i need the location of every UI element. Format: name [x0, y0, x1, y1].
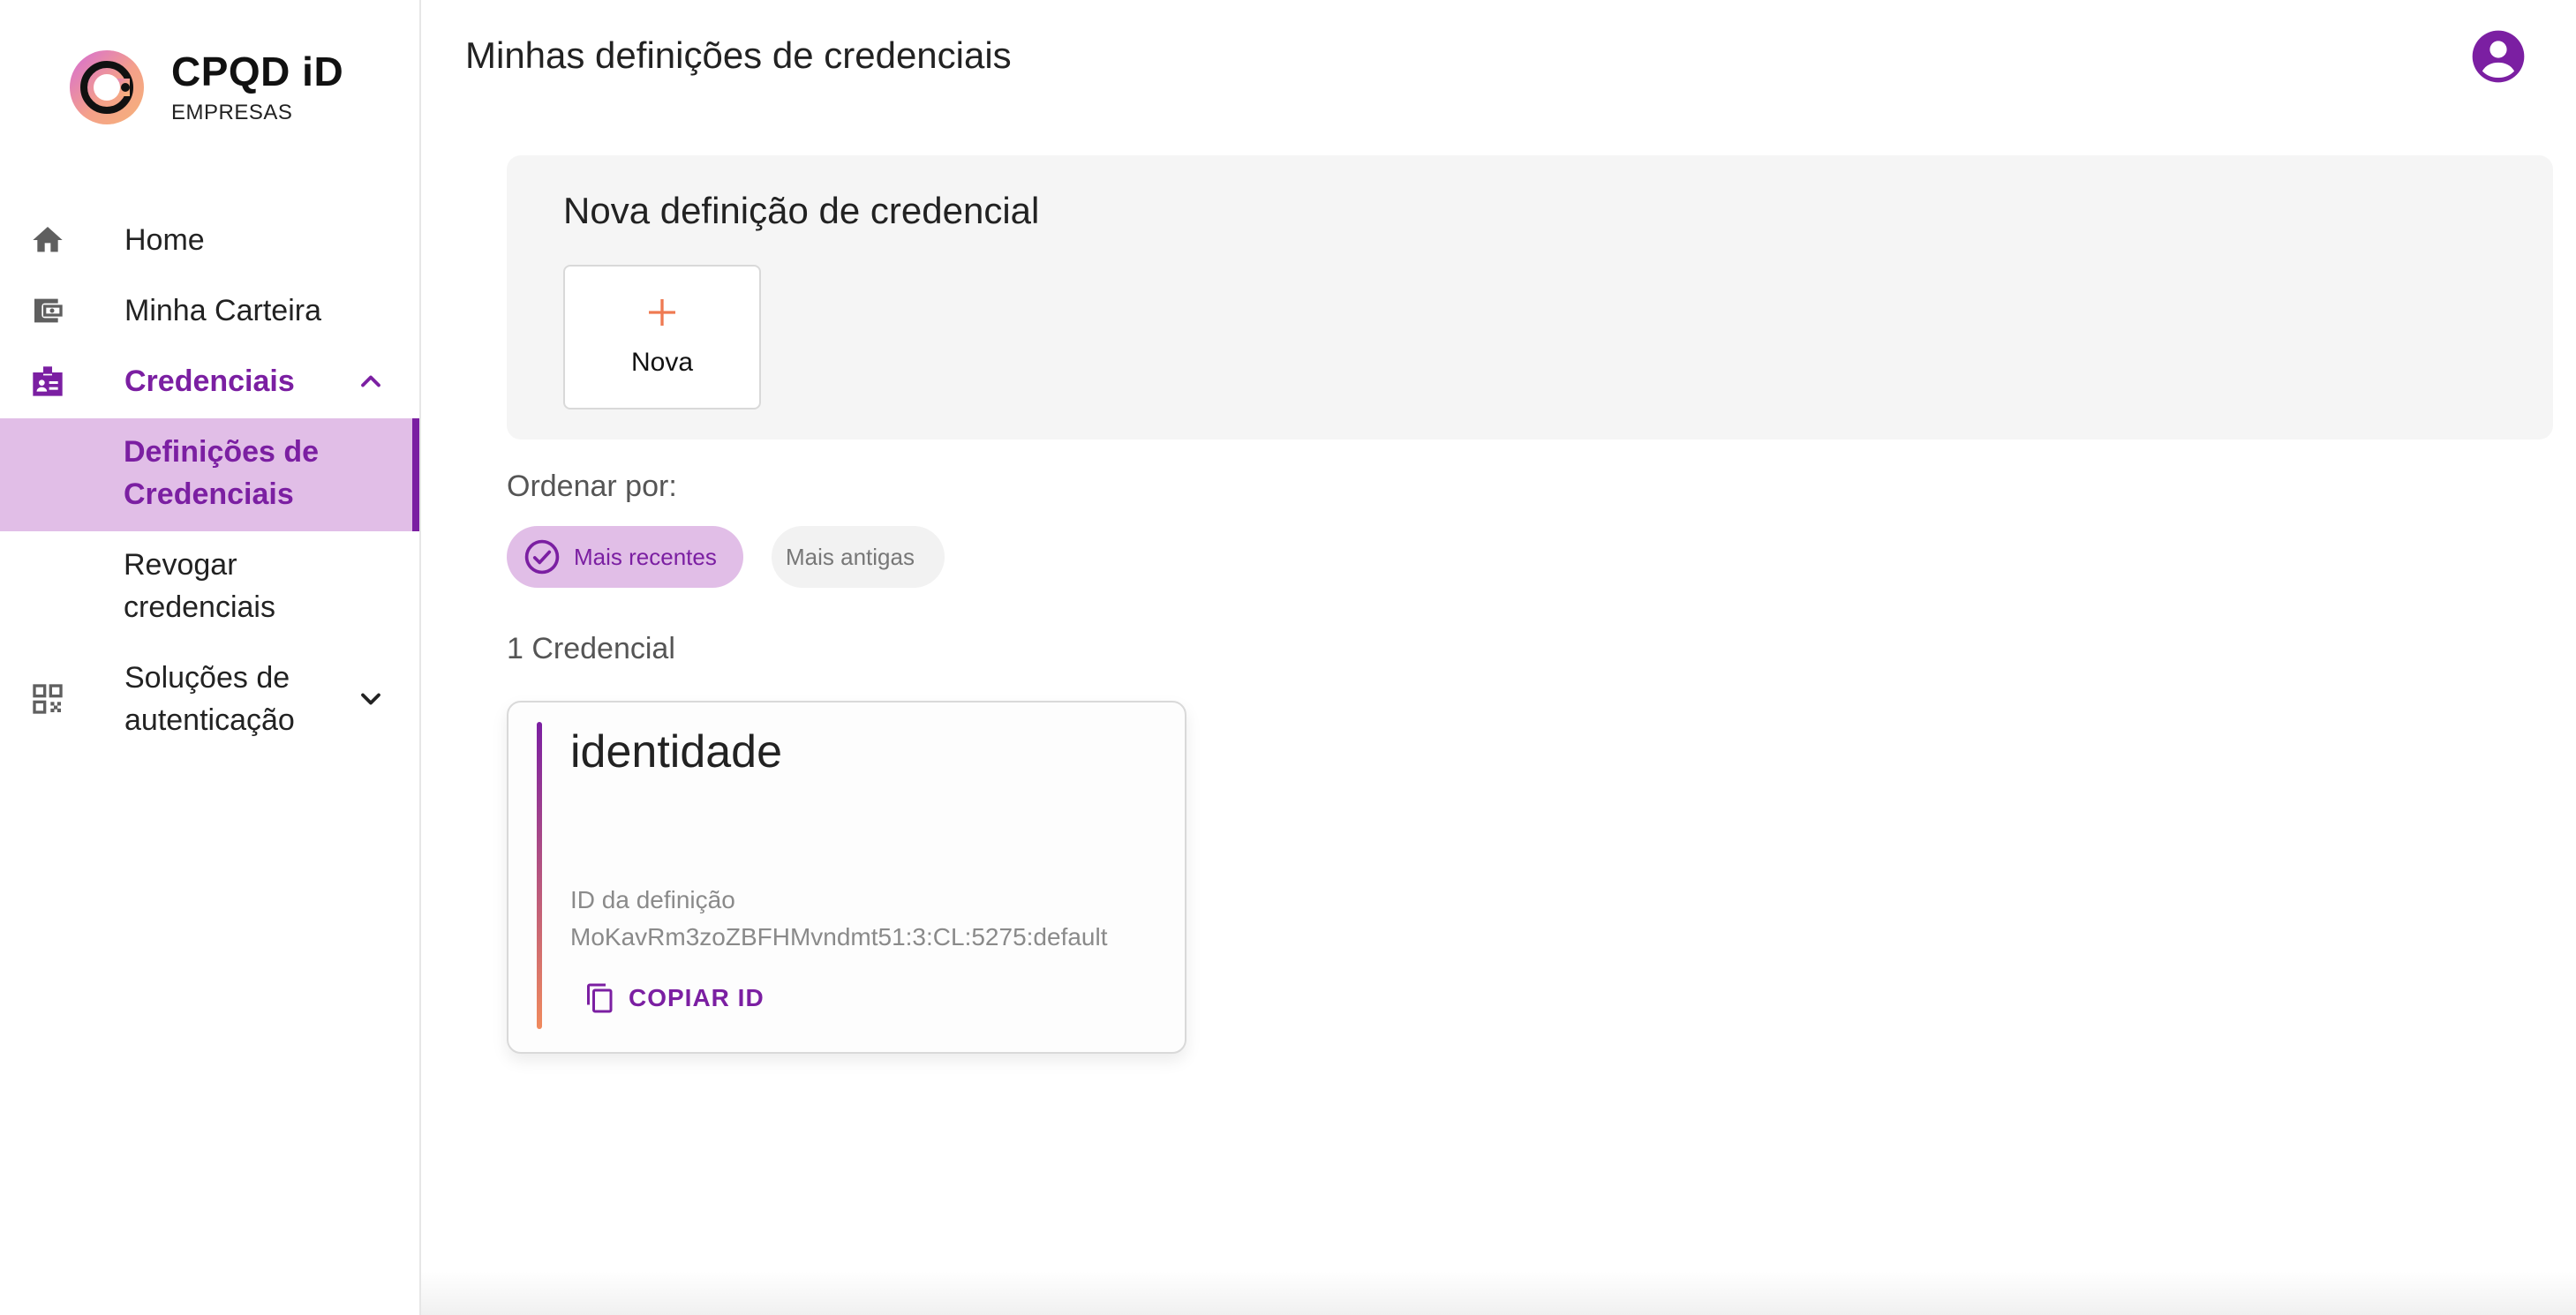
sidebar: CPQD iD EMPRESAS Home Minha Carteira Cre… — [0, 0, 421, 1315]
home-icon — [33, 227, 63, 252]
new-credential-button[interactable]: Nova — [563, 265, 761, 410]
brand[interactable]: CPQD iD EMPRESAS — [69, 49, 343, 125]
chevron-up-icon[interactable] — [355, 365, 387, 397]
sidebar-item-wallet[interactable]: Minha Carteira — [0, 289, 419, 332]
new-credential-button-label: Nova — [630, 348, 694, 377]
card-accent-bar — [537, 722, 542, 1029]
copy-id-label: COPIAR ID — [629, 984, 765, 1011]
badge-icon — [33, 366, 63, 396]
credential-id-value: MoKavRm3zoZBFHMvndmt51:3:CL:5275:default — [570, 923, 1108, 951]
qr-code-icon — [33, 684, 63, 714]
sidebar-item-solucoes[interactable]: Soluções de autenticação — [0, 657, 419, 741]
copy-icon — [587, 983, 613, 1013]
sidebar-item-label: Home — [124, 223, 205, 257]
sidebar-item-label: Minha Carteira — [124, 294, 321, 327]
credential-title: identidade — [570, 726, 782, 778]
check-circle-icon — [524, 539, 560, 575]
credential-count: 1 Credencial — [507, 632, 675, 665]
sort-chip-most-recent[interactable]: Mais recentes — [507, 526, 743, 588]
sidebar-subitem-definicoes[interactable]: Definições de Credenciais — [0, 418, 419, 531]
brand-name: CPQD iD — [171, 49, 344, 94]
new-credential-title: Nova definição de credencial — [563, 190, 1040, 231]
wallet-icon — [34, 298, 63, 323]
sidebar-subitem-label: Revogar credenciais — [124, 548, 275, 624]
credential-card: identidade ID da definição MoKavRm3zoZBF… — [507, 701, 1186, 1054]
sidebar-item-home[interactable]: Home — [0, 219, 419, 261]
account-circle-icon[interactable] — [2470, 28, 2527, 85]
sidebar-item-credenciais[interactable]: Credenciais — [0, 360, 419, 402]
sort-chip-oldest[interactable]: Mais antigas — [772, 526, 945, 588]
new-credential-panel: Nova definição de credencial Nova — [507, 155, 2553, 440]
sort-chip-label: Mais recentes — [574, 543, 717, 570]
credential-id-label: ID da definição — [570, 886, 735, 913]
bottom-shadow — [421, 1271, 2576, 1315]
sidebar-item-label: Soluções de autenticação — [124, 661, 295, 737]
brand-subtitle: EMPRESAS — [171, 101, 293, 124]
chevron-down-icon[interactable] — [355, 683, 387, 715]
brand-logo-icon — [70, 50, 144, 124]
sort-label: Ordenar por: — [507, 470, 677, 503]
sidebar-subitem-label: Definições de Credenciais — [124, 435, 320, 511]
plus-icon — [649, 299, 675, 326]
page-title: Minhas definições de credenciais — [465, 34, 1012, 76]
sort-chip-label: Mais antigas — [786, 543, 915, 570]
sidebar-item-label: Credenciais — [124, 364, 295, 398]
copy-id-button[interactable]: COPIAR ID — [584, 976, 765, 1020]
sidebar-subitem-revogar[interactable]: Revogar credenciais — [0, 531, 419, 642]
